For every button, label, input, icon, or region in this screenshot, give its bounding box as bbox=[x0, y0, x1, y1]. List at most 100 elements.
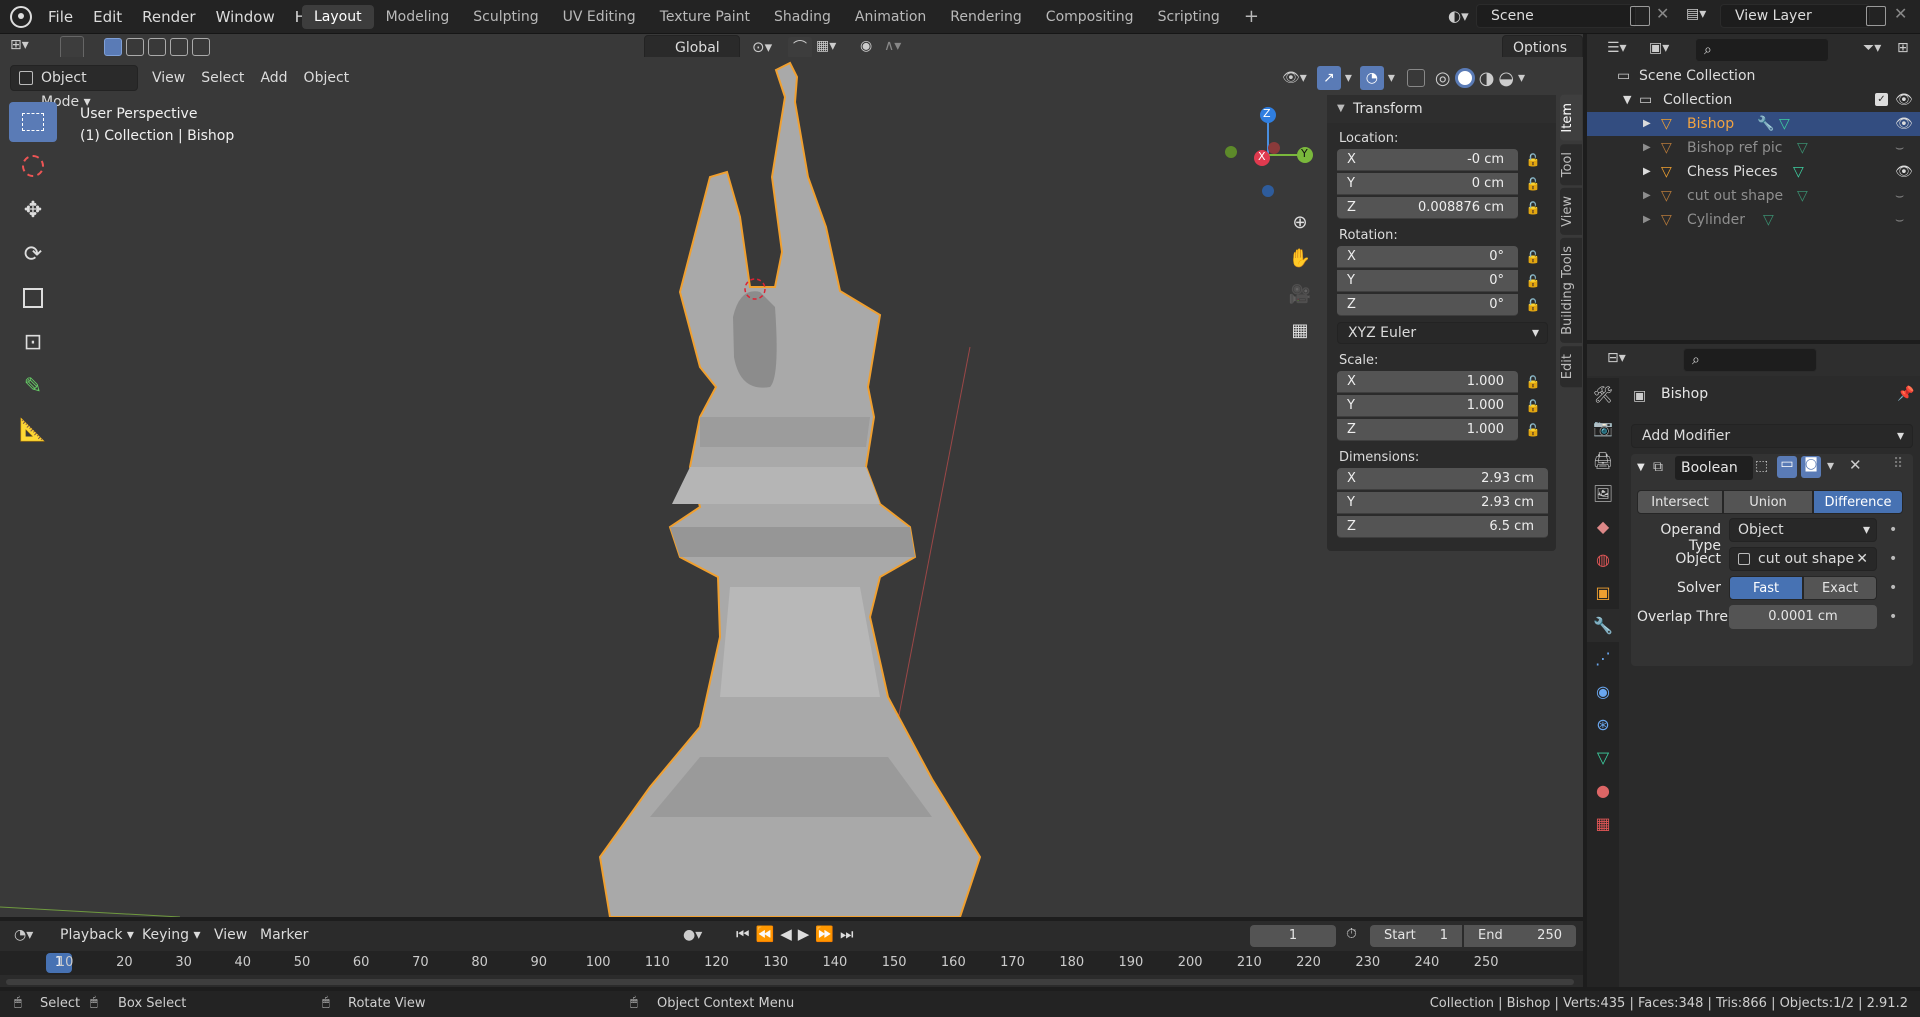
blender-logo-icon[interactable] bbox=[10, 6, 32, 28]
tab-rendering[interactable]: Rendering bbox=[938, 5, 1034, 29]
overlap-threshold-field[interactable]: 0.0001 cm bbox=[1729, 605, 1877, 629]
stopwatch-icon[interactable]: ⏱ bbox=[1346, 926, 1357, 942]
world-tab-icon[interactable]: ◍ bbox=[1587, 543, 1619, 576]
scale-y-field[interactable]: Y 1.000 bbox=[1337, 395, 1518, 417]
mesh-data-icon[interactable]: ▽ bbox=[1763, 208, 1774, 232]
add-workspace-button[interactable]: + bbox=[1232, 5, 1271, 29]
material-tab-icon[interactable]: ● bbox=[1587, 774, 1619, 807]
viewport-menu-add[interactable]: Add bbox=[252, 66, 295, 90]
gizmo-neg-y-icon[interactable] bbox=[1225, 146, 1237, 158]
viewport-toggle-icon[interactable]: ▭ bbox=[1777, 456, 1797, 478]
shading-dropdown-icon[interactable]: ▾ bbox=[1518, 70, 1525, 86]
disclosure-closed-icon[interactable]: ▶ bbox=[1643, 112, 1651, 136]
outliner-row-collection[interactable]: ▼ ▭ Collection ✓ 👁 bbox=[1587, 88, 1920, 112]
mesh-data-icon[interactable]: ▽ bbox=[1797, 136, 1808, 160]
rotation-y-field[interactable]: Y 0° bbox=[1337, 270, 1518, 292]
properties-editor-type-icon[interactable]: ⊟▾ bbox=[1607, 350, 1626, 366]
texture-tab-icon[interactable]: ▦ bbox=[1587, 807, 1619, 840]
new-view-layer-icon[interactable] bbox=[1866, 6, 1886, 26]
tab-texture-paint[interactable]: Texture Paint bbox=[648, 5, 762, 29]
rotation-z-field[interactable]: Z 0° bbox=[1337, 294, 1518, 316]
op-intersect-button[interactable]: Intersect bbox=[1637, 490, 1723, 514]
overlays-toggle-icon[interactable]: ◔ bbox=[1359, 66, 1384, 90]
eye-closed-icon[interactable]: ⌣ bbox=[1895, 208, 1904, 232]
mesh-data-icon[interactable]: ▽ bbox=[1793, 160, 1804, 184]
outliner-row-cut-out-shape[interactable]: ▶ ▽ cut out shape ▽ ⌣ bbox=[1587, 184, 1920, 208]
transform-panel-header[interactable]: Transform bbox=[1327, 95, 1556, 123]
menu-file[interactable]: File bbox=[38, 0, 83, 34]
outliner-row-bishop-ref-pic[interactable]: ▶ ▽ Bishop ref pic ▽ ⌣ bbox=[1587, 136, 1920, 160]
pin-icon[interactable]: 📌 bbox=[1897, 386, 1914, 402]
current-frame-field[interactable]: 1 bbox=[1250, 925, 1336, 947]
tool-tab-icon[interactable]: 🛠 bbox=[1587, 378, 1619, 411]
viewport-menu-view[interactable]: View bbox=[144, 66, 193, 90]
add-modifier-dropdown[interactable]: Add Modifier ▾ bbox=[1631, 424, 1913, 448]
gizmo-neg-z-icon[interactable] bbox=[1262, 185, 1274, 197]
disclosure-closed-icon[interactable]: ▶ bbox=[1643, 184, 1651, 208]
rendered-shading-icon[interactable]: ◒ bbox=[1498, 68, 1514, 89]
object-tab-icon[interactable]: ▣ bbox=[1587, 576, 1619, 609]
animate-dot-icon[interactable]: • bbox=[1889, 522, 1897, 538]
timeline-editor-type-icon[interactable]: ◔▾ bbox=[14, 927, 33, 943]
object-picker-field[interactable]: cut out shape ✕ bbox=[1729, 547, 1877, 571]
outliner-search-input[interactable]: ⌕ bbox=[1695, 38, 1829, 62]
lock-icon[interactable]: 🔓 bbox=[1518, 419, 1548, 441]
select-subtract-icon[interactable] bbox=[148, 38, 166, 56]
render-tab-icon[interactable]: 📷 bbox=[1587, 411, 1619, 444]
dimensions-z-field[interactable]: Z 6.5 cm bbox=[1337, 516, 1548, 538]
scene-field[interactable]: Scene bbox=[1476, 4, 1636, 28]
mode-dropdown[interactable]: Object Mode ▾ bbox=[10, 65, 138, 110]
disclosure-closed-icon[interactable]: ▶ bbox=[1643, 136, 1651, 160]
properties-search-input[interactable]: ⌕ bbox=[1683, 348, 1817, 372]
sidebar-tab-edit[interactable]: Edit bbox=[1560, 345, 1582, 387]
zoom-icon[interactable]: ⊕ bbox=[1286, 205, 1314, 241]
scale-x-field[interactable]: X 1.000 bbox=[1337, 371, 1518, 393]
modifier-options-icon[interactable]: ▾ bbox=[1827, 458, 1834, 474]
editor-type-icon[interactable]: ⊞▾ bbox=[10, 37, 29, 53]
proportional-edit-icon[interactable]: ◉ bbox=[860, 38, 872, 54]
select-box-tool-icon[interactable] bbox=[9, 102, 57, 142]
particles-tab-icon[interactable]: ⋰ bbox=[1587, 642, 1619, 675]
tab-animation[interactable]: Animation bbox=[843, 5, 938, 29]
rotation-x-field[interactable]: X 0° bbox=[1337, 246, 1518, 268]
lock-icon[interactable]: 🔓 bbox=[1518, 270, 1548, 292]
mesh-data-icon[interactable]: ▽ bbox=[1779, 112, 1790, 136]
outliner-row-scene-collection[interactable]: ▭ Scene Collection bbox=[1587, 64, 1920, 88]
jump-start-icon[interactable]: ⏮ bbox=[736, 925, 756, 943]
sidebar-tab-tool[interactable]: Tool bbox=[1560, 143, 1582, 185]
close-scene-icon[interactable]: ✕ bbox=[1656, 4, 1669, 23]
menu-edit[interactable]: Edit bbox=[83, 0, 132, 34]
record-icon[interactable]: ●▾ bbox=[683, 927, 702, 943]
annotate-tool-icon[interactable]: ✎ bbox=[9, 366, 57, 406]
eye-closed-icon[interactable]: ⌣ bbox=[1895, 136, 1904, 160]
wireframe-shading-icon[interactable]: ◎ bbox=[1435, 68, 1451, 89]
bishop-mesh[interactable] bbox=[598, 61, 982, 917]
tab-shading[interactable]: Shading bbox=[762, 5, 843, 29]
display-mode-icon[interactable]: ▣▾ bbox=[1649, 40, 1669, 56]
tab-modeling[interactable]: Modeling bbox=[374, 5, 462, 29]
snap-target-icon[interactable]: ▦▾ bbox=[816, 38, 836, 54]
location-z-field[interactable]: Z 0.008876 cm bbox=[1337, 197, 1518, 219]
solver-fast-button[interactable]: Fast bbox=[1729, 576, 1803, 600]
rotation-mode-dropdown[interactable]: XYZ Euler ▾ bbox=[1337, 322, 1548, 344]
outliner-row-chess-pieces[interactable]: ▶ ▽ Chess Pieces ▽ 👁 bbox=[1587, 160, 1920, 184]
end-frame-field[interactable]: End 250 bbox=[1464, 925, 1576, 947]
view-layer-field[interactable]: View Layer bbox=[1720, 4, 1870, 28]
lock-icon[interactable]: 🔓 bbox=[1518, 197, 1548, 219]
pivot-point-icon[interactable]: ⊙▾ bbox=[752, 38, 772, 56]
solid-shading-icon[interactable] bbox=[1454, 68, 1475, 88]
modifier-name-field[interactable]: Boolean bbox=[1675, 456, 1753, 480]
mesh-data-icon[interactable]: ▽ bbox=[1797, 184, 1808, 208]
jump-end-icon[interactable]: ⏭ bbox=[840, 925, 860, 943]
cursor-tool-icon[interactable] bbox=[9, 146, 57, 186]
view-layer-icon[interactable]: ▤▾ bbox=[1686, 6, 1716, 26]
disclosure-closed-icon[interactable]: ▶ bbox=[1643, 208, 1651, 232]
animate-dot-icon[interactable]: • bbox=[1889, 551, 1897, 567]
scale-z-field[interactable]: Z 1.000 bbox=[1337, 419, 1518, 441]
disclosure-closed-icon[interactable]: ▶ bbox=[1643, 160, 1651, 184]
snap-icon[interactable]: ⌒ bbox=[788, 37, 812, 59]
scale-tool-icon[interactable] bbox=[9, 278, 57, 318]
dimensions-x-field[interactable]: X 2.93 cm bbox=[1337, 468, 1548, 490]
op-difference-button[interactable]: Difference bbox=[1813, 490, 1903, 514]
outliner-row-bishop[interactable]: ▶ ▽ Bishop 🔧 ▽ 👁 bbox=[1587, 112, 1920, 136]
